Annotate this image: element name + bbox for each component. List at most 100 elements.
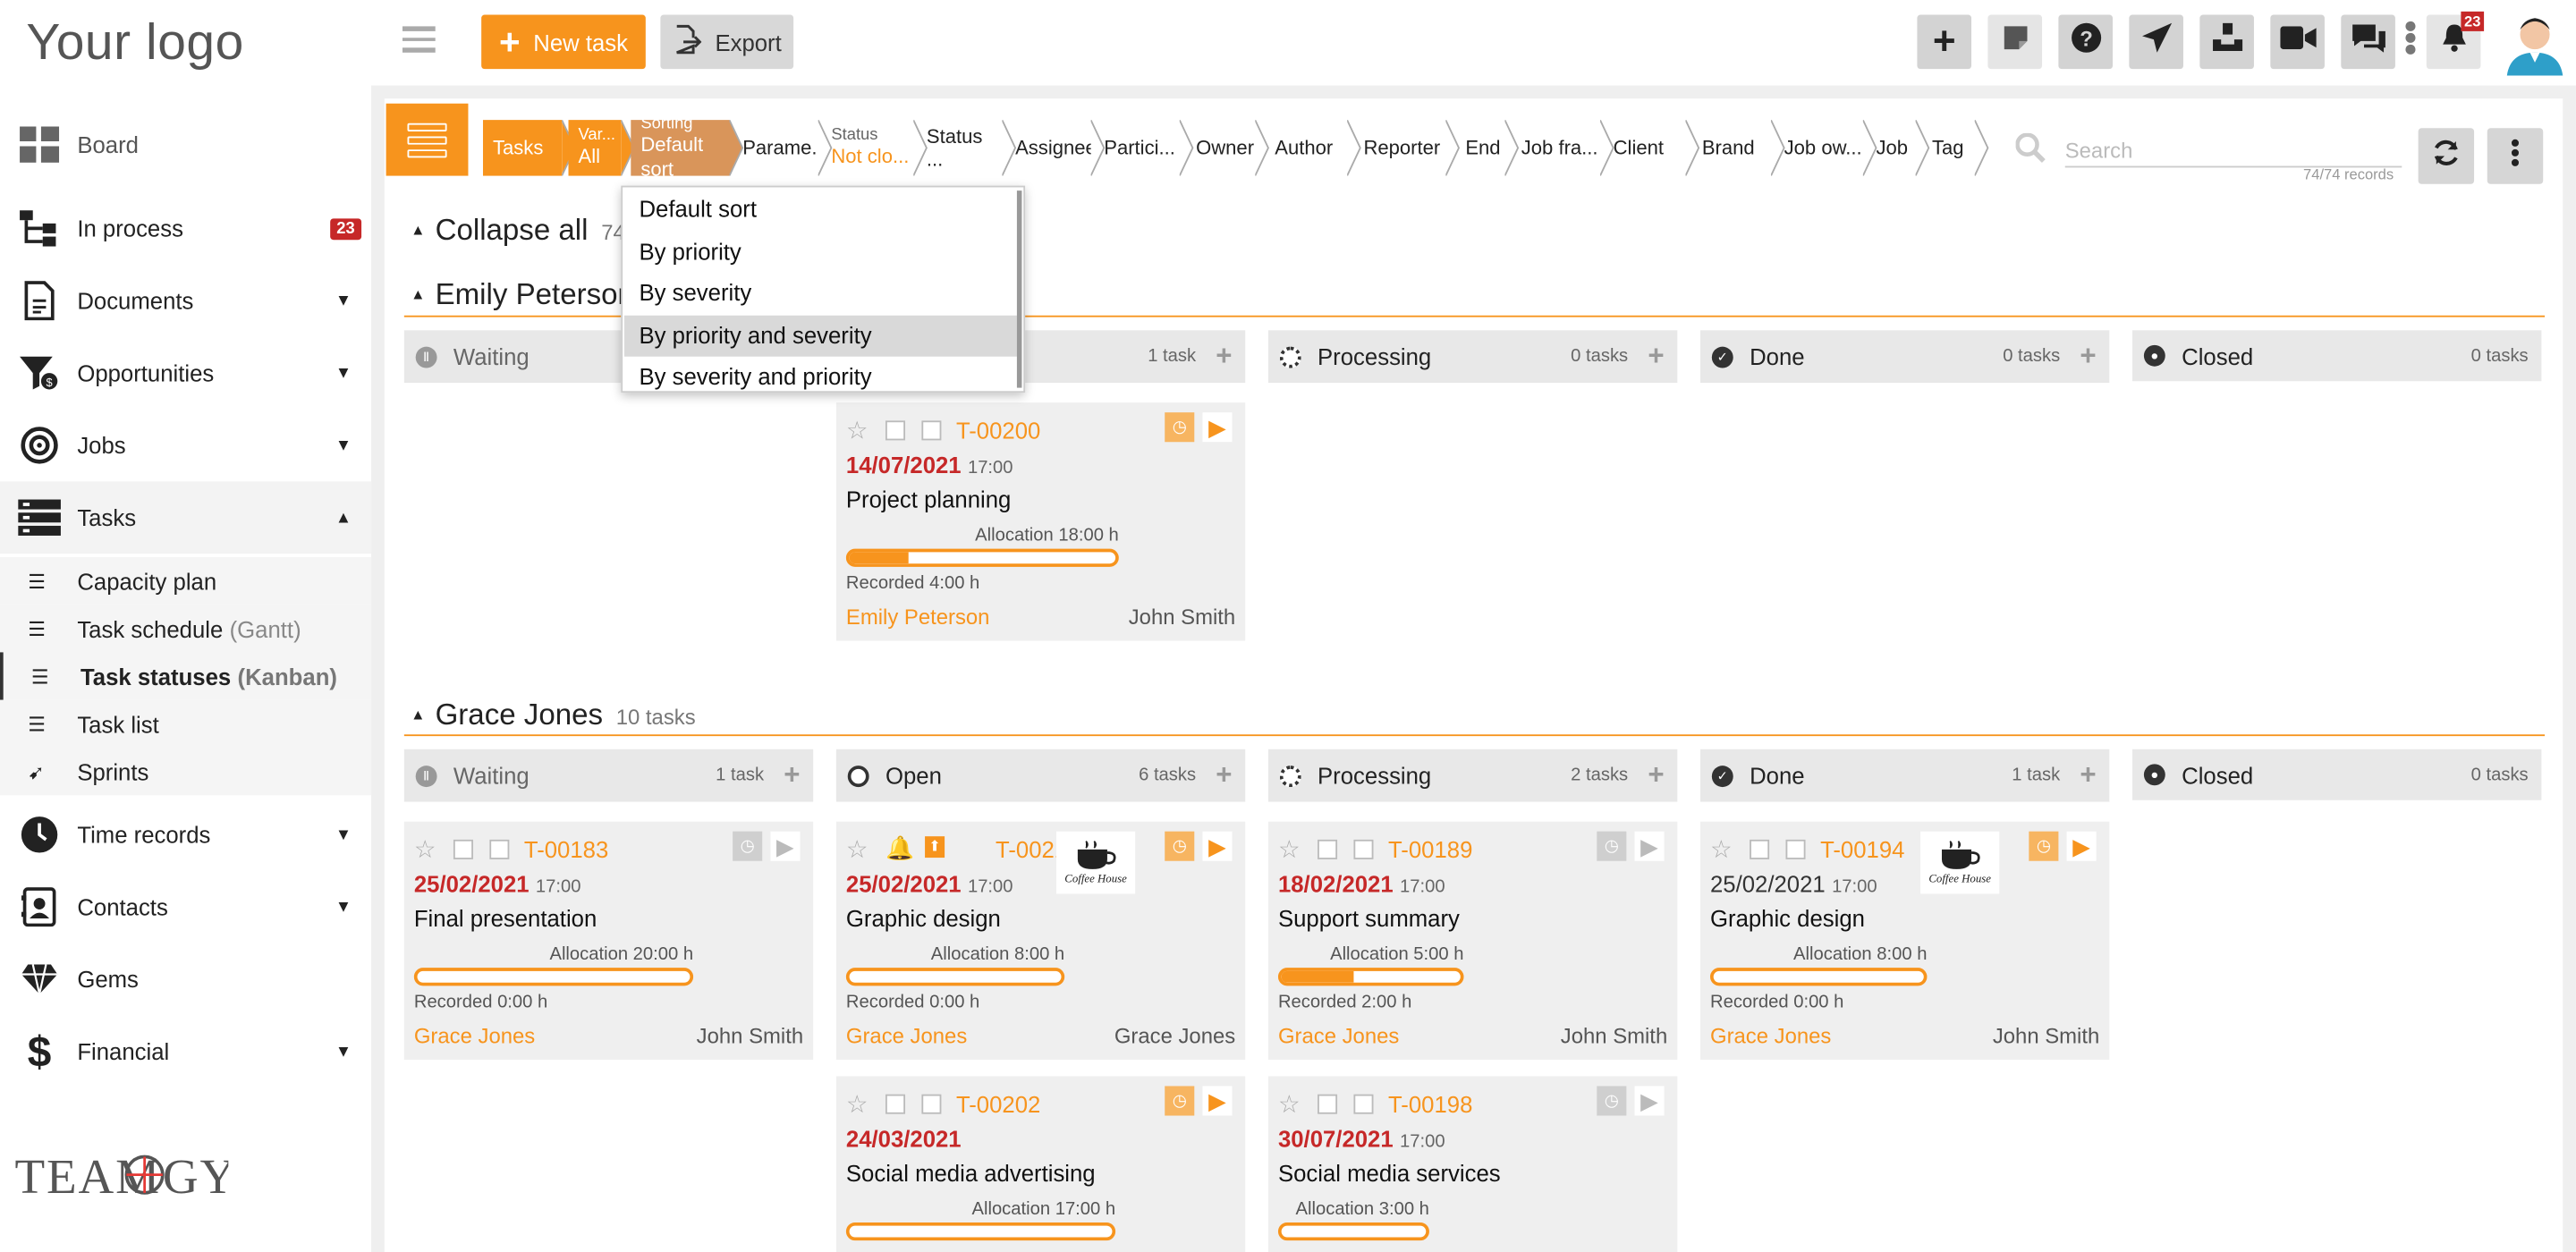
sidebar-subitem-task-schedule[interactable]: ☰ Task schedule (Gantt) [0, 605, 372, 653]
sidebar-item-gems[interactable]: Gems [0, 943, 371, 1016]
task-card[interactable]: ☆ T-00189 ◷ ▶ 18/02/2021 17:00 Support summary… [1267, 821, 1678, 1061]
timer-icon[interactable]: ◷ [2029, 831, 2059, 861]
filter-crumb[interactable]: Tasks [482, 120, 563, 176]
filter-crumb[interactable]: Var... All [568, 120, 622, 176]
video-button[interactable] [2270, 14, 2325, 70]
checkbox[interactable] [453, 839, 473, 859]
app-logo[interactable]: Your logo [26, 13, 243, 72]
task-id[interactable]: T-00194 [1820, 836, 1904, 862]
task-card[interactable]: ☆ T-00202 ◷ ▶ 24/03/2021 Social media adverti… [835, 1076, 1246, 1252]
sort-option[interactable]: By priority [624, 231, 1021, 272]
filter-crumb[interactable]: Author [1265, 120, 1347, 175]
task-card[interactable]: ☆ T-00194 ◷ ▶ Coffee House 25/02/2021 17:00 Gra… [1699, 821, 2110, 1061]
task-id[interactable]: T-00200 [956, 418, 1040, 444]
sidebar-item-tasks[interactable]: Tasks ▲ [0, 481, 372, 554]
add-task-icon[interactable]: + [1648, 759, 1664, 792]
add-task-icon[interactable]: + [2080, 340, 2096, 373]
filter-crumb[interactable]: Sorting Default sort [631, 115, 730, 180]
checkbox[interactable] [1353, 839, 1374, 859]
search-input[interactable]: Search [2064, 138, 2402, 168]
timer-icon[interactable]: ◷ [1597, 1086, 1627, 1116]
checkbox[interactable] [921, 1094, 942, 1114]
play-icon[interactable]: ▶ [1634, 831, 1665, 861]
notes-button[interactable] [1987, 14, 2043, 70]
star-icon[interactable]: ☆ [1278, 834, 1301, 864]
inbox-button[interactable] [2199, 14, 2254, 70]
filter-crumb[interactable]: Job fra... [1512, 120, 1600, 175]
checkbox[interactable] [1750, 839, 1770, 859]
filter-crumb[interactable]: Reporter [1353, 120, 1445, 175]
task-id[interactable]: T-00202 [956, 1091, 1040, 1117]
chat-button[interactable] [2341, 14, 2395, 70]
play-icon[interactable]: ▶ [2066, 831, 2097, 861]
collapse-all-toggle[interactable]: ▲ Collapse all 74 [411, 214, 625, 249]
sort-option[interactable]: By severity [624, 273, 1021, 314]
timer-icon[interactable]: ◷ [1165, 1086, 1195, 1116]
assignee-name[interactable]: Grace Jones [846, 1024, 967, 1049]
filter-crumb[interactable]: Assignee [1005, 120, 1097, 175]
star-icon[interactable]: ☆ [1278, 1089, 1301, 1119]
group-header-grace-jones[interactable]: ▲ Grace Jones 10 tasks [411, 698, 695, 733]
filter-crumb[interactable]: Owner [1186, 120, 1255, 175]
add-task-icon[interactable]: + [1216, 340, 1232, 373]
star-icon[interactable]: ☆ [846, 1089, 869, 1119]
filter-crumb[interactable]: Brand [1692, 120, 1771, 175]
assignee-name[interactable]: Emily Peterson [846, 605, 990, 630]
assignee-name[interactable]: Grace Jones [414, 1024, 535, 1049]
help-button[interactable]: ? [2058, 14, 2113, 70]
star-icon[interactable]: ☆ [846, 834, 869, 864]
star-icon[interactable]: ☆ [414, 834, 436, 864]
sidebar-item-opportunities[interactable]: $ Opportunities ▼ [0, 337, 371, 410]
star-icon[interactable]: ☆ [1710, 834, 1733, 864]
sidebar-subitem-sprints[interactable]: ➹ Sprints [0, 747, 372, 796]
more-vertical-icon[interactable]: ● ● ● [2403, 13, 2418, 59]
sidebar-item-financial[interactable]: $ Financial ▼ [0, 1015, 371, 1087]
play-icon[interactable]: ▶ [770, 831, 801, 861]
task-card[interactable]: ☆ T-00183 ◷ ▶ 25/02/2021 17:00 Final presentat… [403, 821, 814, 1061]
checkbox[interactable] [1318, 839, 1338, 859]
filter-crumb[interactable]: Parame... [733, 120, 828, 175]
refresh-button[interactable] [2418, 128, 2475, 184]
timer-icon[interactable]: ◷ [1165, 831, 1195, 861]
view-menu-button[interactable] [386, 103, 469, 176]
filter-crumb[interactable]: Client [1604, 120, 1686, 175]
checkbox[interactable] [1353, 1094, 1374, 1114]
add-task-icon[interactable]: + [1216, 759, 1232, 792]
filter-crumb[interactable]: End [1455, 120, 1504, 175]
sidebar-subitem-task-statuses[interactable]: ☰ Task statuses (Kanban) [0, 652, 372, 700]
sort-option[interactable]: By priority and severity [623, 314, 1021, 356]
sidebar-item-time-records[interactable]: Time records ▼ [0, 799, 371, 871]
export-button[interactable]: Export [660, 14, 794, 70]
task-id[interactable]: T-00183 [524, 836, 608, 862]
timer-icon[interactable]: ◷ [1597, 831, 1627, 861]
send-button[interactable] [2129, 14, 2183, 70]
sort-option[interactable]: Default sort [624, 189, 1021, 230]
sidebar-item-contacts[interactable]: Contacts ▼ [0, 871, 371, 943]
checkbox[interactable] [921, 420, 942, 441]
notifications-button[interactable]: 23 [2426, 11, 2485, 70]
filter-crumb[interactable]: Tag [1922, 120, 1975, 175]
add-task-icon[interactable]: + [1648, 340, 1664, 373]
checkbox[interactable] [489, 839, 510, 859]
add-button[interactable]: + [1917, 14, 1972, 70]
assignee-name[interactable]: Grace Jones [1710, 1024, 1831, 1049]
new-task-button[interactable]: + New task [481, 14, 646, 70]
timer-icon[interactable]: ◷ [1165, 412, 1195, 443]
checkbox[interactable] [885, 1094, 906, 1114]
more-options-button[interactable] [2487, 128, 2544, 184]
play-icon[interactable]: ▶ [1202, 831, 1233, 861]
filter-crumb[interactable]: Partici... [1094, 120, 1180, 175]
sidebar-item-documents[interactable]: Documents ▼ [0, 265, 371, 337]
dropdown-scrollbar[interactable] [1016, 190, 1022, 388]
play-icon[interactable]: ▶ [1634, 1086, 1665, 1116]
checkbox[interactable] [1785, 839, 1806, 859]
filter-crumb[interactable]: Status ... [917, 120, 1003, 175]
sidebar-subitem-task-list[interactable]: ☰ Task list [0, 699, 372, 748]
add-task-icon[interactable]: + [784, 759, 800, 792]
play-icon[interactable]: ▶ [1202, 412, 1233, 443]
hamburger-menu-icon[interactable] [402, 26, 436, 55]
timer-icon[interactable]: ◷ [733, 831, 763, 861]
task-card[interactable]: ☆ T-00200 ◷ ▶ 14/07/2021 17:00 Project plannin… [835, 402, 1246, 641]
filter-crumb[interactable]: Status Not clo... [821, 120, 913, 175]
task-id[interactable]: T-00198 [1388, 1091, 1472, 1117]
